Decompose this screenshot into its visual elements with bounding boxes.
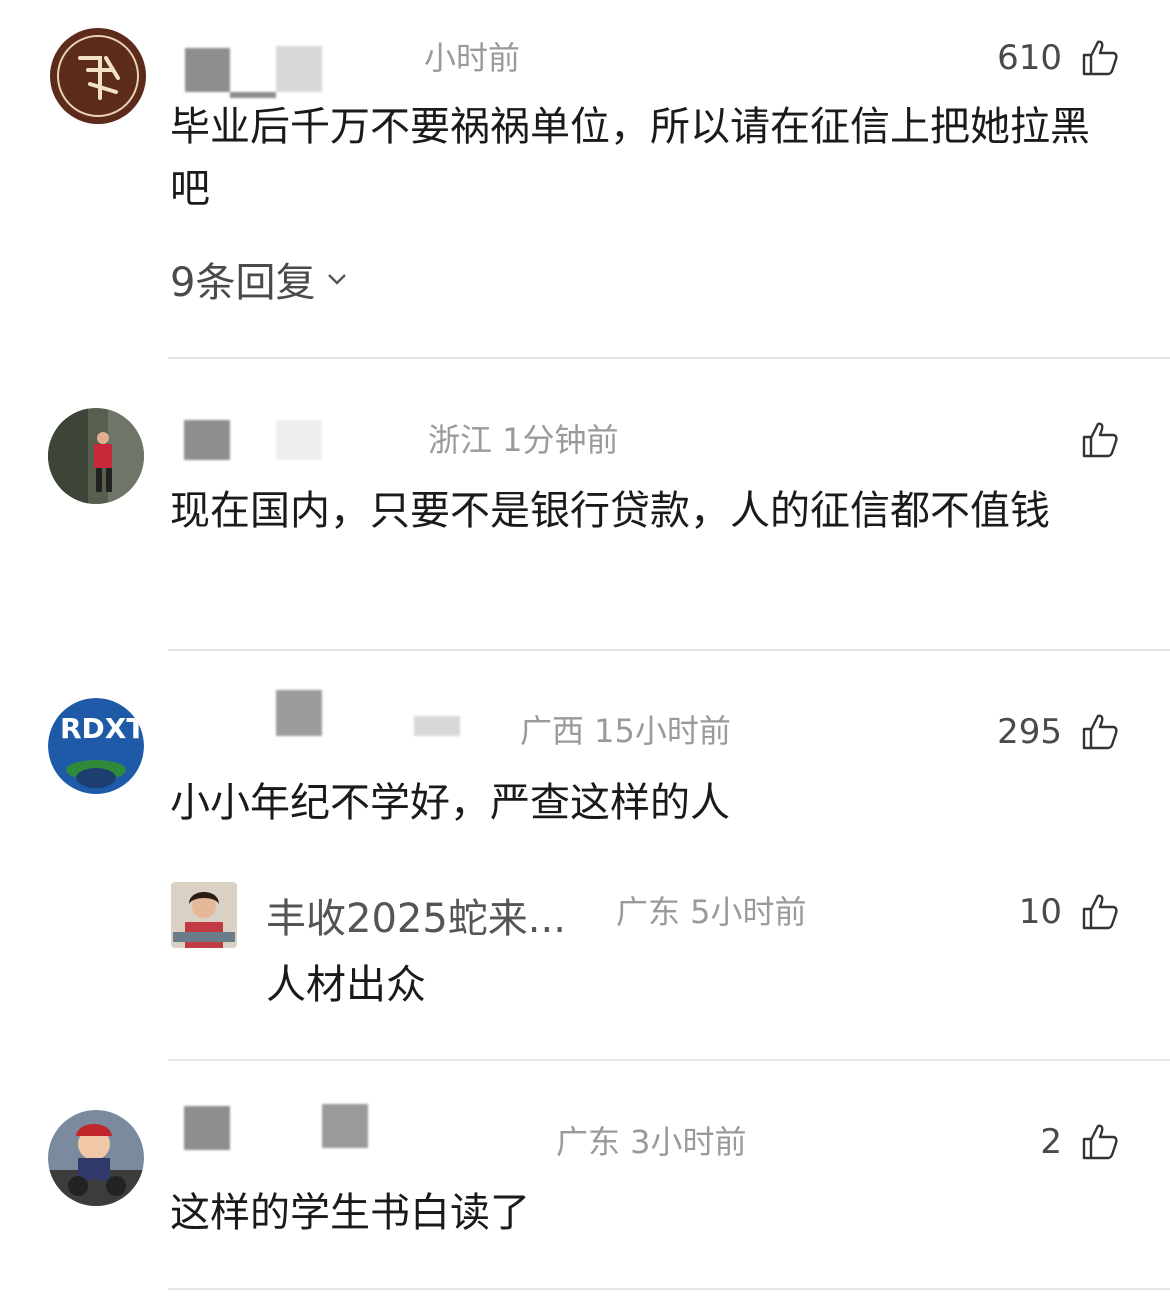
avatar-logo-text: RDXT [60, 712, 144, 745]
thumbs-up-icon [1082, 894, 1118, 930]
reply-text: 人材出众 [266, 962, 426, 1008]
comment-text: 现在国内，只要不是银行贷款，人的征信都不值钱 [170, 488, 1050, 534]
username-redacted [414, 716, 460, 736]
user-avatar[interactable]: RDXT [48, 698, 144, 794]
thumbs-up-icon [1082, 714, 1118, 750]
thumbs-up-icon [1082, 40, 1118, 76]
user-avatar[interactable] [48, 408, 144, 504]
username-redacted [185, 48, 230, 92]
like-button[interactable]: 295 [997, 710, 1120, 754]
divider [168, 1288, 1170, 1290]
comment-meta: 浙江 1分钟前 [428, 421, 619, 459]
reply-meta: 广东 5小时前 [616, 893, 807, 931]
like-button[interactable]: 610 [997, 36, 1120, 80]
thumbs-up-icon [1082, 422, 1118, 458]
comment-meta: 广西 15小时前 [520, 712, 731, 750]
comment-text: 毕业后千万不要祸祸单位，所以请在征信上把她拉黑吧 [170, 104, 1090, 212]
comment-meta: 广东 3小时前 [556, 1123, 747, 1161]
user-avatar[interactable] [50, 28, 146, 124]
user-photo-icon [171, 882, 237, 948]
like-count: 295 [997, 712, 1062, 752]
comment-text: 这样的学生书白读了 [170, 1190, 530, 1236]
divider [168, 357, 1170, 359]
comment-text: 小小年纪不学好，严查这样的人 [170, 780, 730, 826]
user-photo-icon [48, 1110, 144, 1206]
rdxt-logo-icon: RDXT [48, 698, 144, 794]
reply-like-button[interactable]: 10 [1019, 890, 1120, 934]
like-button[interactable] [1062, 418, 1120, 462]
divider [168, 1059, 1170, 1061]
username-redacted [322, 1104, 368, 1148]
like-button[interactable]: 2 [1040, 1120, 1120, 1164]
divider [168, 649, 1170, 651]
like-count: 610 [997, 38, 1062, 78]
username-redacted [276, 420, 322, 460]
username-redacted [276, 690, 322, 736]
thumbs-up-icon [1082, 1124, 1118, 1160]
username-redacted [184, 1106, 230, 1150]
username-redacted [276, 46, 322, 92]
comment-meta: 小时前 [424, 39, 521, 77]
chevron-down-icon [328, 274, 347, 285]
like-count: 10 [1018, 892, 1062, 932]
view-replies-button[interactable]: 9条回复 [170, 250, 349, 308]
like-count: 2 [1040, 1122, 1062, 1162]
replies-count: 9条回复 [170, 260, 316, 306]
reply-avatar[interactable] [171, 882, 237, 948]
reply-username[interactable]: 丰收2025蛇来... [266, 886, 566, 944]
seal-logo-icon [52, 30, 144, 122]
user-photo-icon [48, 408, 144, 504]
user-avatar[interactable] [48, 1110, 144, 1206]
username-redacted [184, 420, 230, 460]
